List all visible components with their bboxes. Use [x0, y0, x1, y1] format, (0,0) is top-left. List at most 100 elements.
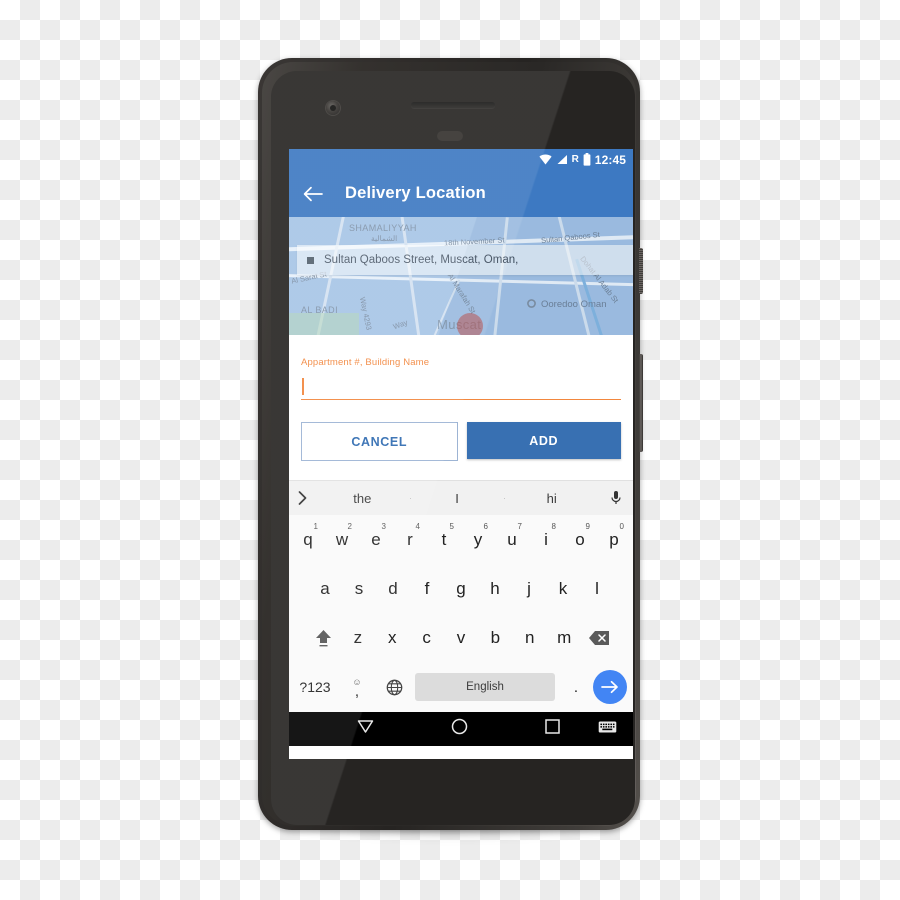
symbols-key[interactable]: ?123 [293, 679, 337, 695]
key-label: r [407, 529, 413, 549]
battery-icon [583, 153, 591, 166]
key-num: 1 [313, 521, 318, 531]
key-o[interactable]: 9o [563, 519, 597, 561]
key-s[interactable]: s [342, 568, 376, 610]
suggestion-item[interactable]: I [409, 491, 505, 506]
key-num: 4 [415, 521, 420, 531]
canvas: R 12:45 Delivery Location Appartment #, … [0, 0, 900, 900]
key-q[interactable]: 1q [291, 519, 325, 561]
roaming-indicator: R [571, 153, 579, 165]
key-label: y [473, 529, 483, 549]
delivery-form: Appartment #, Building Name CANCEL ADD [289, 335, 633, 480]
backspace-icon[interactable] [581, 617, 615, 659]
arrow-left-icon[interactable] [301, 182, 325, 206]
add-button[interactable]: ADD [466, 422, 621, 459]
key-label: w [335, 529, 349, 549]
key-num: 9 [585, 521, 590, 531]
keyboard-row-4: ?123 ☺ , English . [289, 663, 633, 712]
phone-front-face: R 12:45 Delivery Location Appartment #, … [271, 71, 635, 825]
key-k[interactable]: k [546, 568, 580, 610]
suggestion-item[interactable]: hi [504, 491, 599, 506]
key-u[interactable]: 7u [495, 519, 529, 561]
key-num: 3 [381, 521, 386, 531]
key-p[interactable]: 0p [597, 519, 631, 561]
microphone-icon[interactable] [599, 490, 633, 506]
key-a[interactable]: a [308, 568, 342, 610]
key-y[interactable]: 6y [461, 519, 495, 561]
status-bar: R 12:45 [289, 149, 633, 170]
status-clock: 12:45 [594, 152, 626, 167]
key-num: 5 [449, 521, 454, 531]
key-j[interactable]: j [512, 568, 546, 610]
key-l[interactable]: l [580, 568, 614, 610]
earpiece-speaker [411, 102, 495, 108]
key-label: i [544, 529, 548, 549]
volume-rocker-button[interactable] [639, 354, 643, 452]
key-label: p [609, 529, 619, 549]
key-num: 0 [619, 521, 624, 531]
keyboard-row-3: z x c v b n m [289, 614, 633, 663]
signal-icon [556, 154, 568, 165]
phone-device: R 12:45 Delivery Location Appartment #, … [258, 58, 643, 830]
front-camera-icon [326, 101, 340, 115]
key-i[interactable]: 8i [529, 519, 563, 561]
cancel-button[interactable]: CANCEL [301, 422, 458, 461]
key-x[interactable]: x [375, 617, 409, 659]
chevron-right-icon[interactable] [289, 491, 315, 505]
apartment-input[interactable] [309, 377, 613, 398]
key-label: o [575, 529, 585, 549]
key-b[interactable]: b [478, 617, 512, 659]
shift-icon[interactable] [306, 617, 340, 659]
page-title: Delivery Location [345, 184, 486, 202]
suggestion-item[interactable]: the [315, 491, 410, 506]
key-c[interactable]: c [409, 617, 443, 659]
key-m[interactable]: m [547, 617, 581, 659]
keyboard-icon[interactable] [598, 720, 617, 739]
map-view[interactable]: SHAMALIYYAH الشمالية 18th November St Su… [289, 217, 633, 335]
key-v[interactable]: v [444, 617, 478, 659]
key-z[interactable]: z [341, 617, 375, 659]
apartment-field-label: Appartment #, Building Name [301, 357, 430, 368]
key-label: t [441, 529, 447, 549]
power-button[interactable] [639, 248, 643, 294]
text-caret [302, 378, 304, 395]
key-t[interactable]: 5t [427, 519, 461, 561]
arrow-right-icon[interactable] [593, 670, 627, 705]
phone-screen: R 12:45 Delivery Location Appartment #, … [289, 149, 633, 759]
keyboard-row-2: a s d f g h j k l [289, 564, 633, 613]
key-label: e [371, 529, 381, 549]
proximity-sensor [437, 131, 463, 141]
key-label: q [303, 529, 313, 549]
key-h[interactable]: h [478, 568, 512, 610]
key-num: 7 [517, 521, 522, 531]
key-g[interactable]: g [444, 568, 478, 610]
triangle-back-icon[interactable] [357, 719, 374, 739]
suggestion-strip: the I hi [289, 480, 633, 515]
key-num: 2 [347, 521, 352, 531]
keyboard-row-1: 1q 2w 3e 4r 5t 6y 7u 8i 9o 0p [289, 515, 633, 564]
period-key[interactable]: . [559, 679, 593, 696]
key-num: 6 [483, 521, 488, 531]
key-label: u [507, 529, 517, 549]
comma-label: , [354, 682, 360, 700]
key-num: 8 [551, 521, 556, 531]
square-recents-icon[interactable] [545, 719, 560, 739]
android-nav-bar [289, 712, 633, 746]
key-w[interactable]: 2w [325, 519, 359, 561]
globe-icon[interactable] [377, 679, 411, 696]
key-n[interactable]: n [513, 617, 547, 659]
apartment-input-wrapper[interactable] [301, 377, 621, 400]
app-bar: Delivery Location [289, 170, 633, 217]
form-button-row: CANCEL ADD [301, 422, 621, 461]
circle-home-icon[interactable] [451, 718, 468, 740]
space-key[interactable]: English [415, 673, 555, 702]
key-d[interactable]: d [376, 568, 410, 610]
phone-bezel: R 12:45 Delivery Location Appartment #, … [262, 62, 636, 826]
comma-key[interactable]: ☺ , [337, 677, 377, 700]
key-f[interactable]: f [410, 568, 444, 610]
wifi-icon [538, 154, 552, 165]
key-e[interactable]: 3e [359, 519, 393, 561]
on-screen-keyboard: the I hi 1 q 2 w 3 e 4 r 5 t 6 y 7 u 8 i… [289, 480, 633, 712]
map-gloss-overlay [289, 217, 633, 335]
key-r[interactable]: 4r [393, 519, 427, 561]
